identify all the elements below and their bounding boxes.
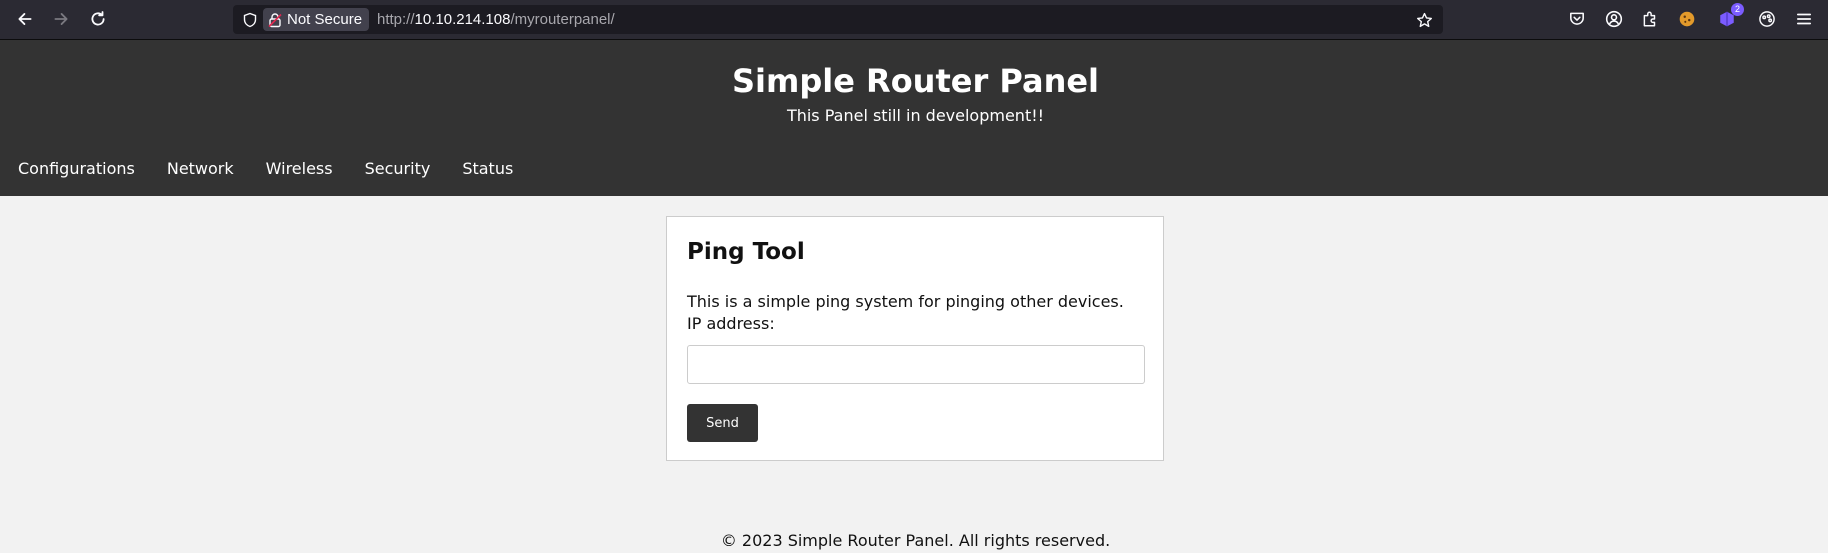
browser-toolbar: Not Secure http://10.10.214.108/myrouter… bbox=[0, 0, 1828, 40]
account-icon[interactable] bbox=[1600, 6, 1628, 32]
extensions-icon[interactable] bbox=[1636, 6, 1664, 32]
ping-tool-description: This is a simple ping system for pinging… bbox=[687, 292, 1124, 311]
main-nav: Configurations Network Wireless Security… bbox=[18, 159, 513, 178]
foxyproxy-extension-icon[interactable]: 2 bbox=[1713, 3, 1744, 32]
url-scheme: http:// bbox=[377, 11, 415, 28]
back-button[interactable] bbox=[11, 6, 39, 32]
theme-extension-icon[interactable] bbox=[1753, 6, 1781, 32]
nav-security[interactable]: Security bbox=[365, 159, 431, 178]
site-footer: © 2023 Simple Router Panel. All rights r… bbox=[720, 531, 1111, 550]
arrow-left-icon bbox=[18, 13, 32, 25]
bookmark-star-icon[interactable] bbox=[1413, 9, 1435, 31]
tracking-protection-icon[interactable] bbox=[239, 9, 261, 31]
arrow-right-icon bbox=[54, 13, 68, 25]
not-secure-indicator[interactable]: Not Secure bbox=[263, 8, 370, 31]
pocket-icon[interactable] bbox=[1563, 6, 1591, 32]
reload-button[interactable] bbox=[84, 6, 112, 32]
nav-wireless[interactable]: Wireless bbox=[266, 159, 333, 178]
page-content: Simple Router Panel This Panel still in … bbox=[0, 40, 1828, 553]
site-title: Simple Router Panel bbox=[731, 62, 1100, 100]
url-host: 10.10.214.108 bbox=[414, 11, 511, 28]
ip-address-label: IP address: bbox=[687, 314, 775, 333]
forward-button[interactable] bbox=[47, 6, 75, 32]
reload-icon bbox=[91, 11, 105, 26]
cookie-extension-icon[interactable] bbox=[1673, 6, 1701, 32]
ip-address-input[interactable] bbox=[687, 345, 1145, 384]
ping-tool-card: Ping Tool This is a simple ping system f… bbox=[666, 216, 1164, 461]
url-path: /myrouterpanel/ bbox=[510, 11, 615, 28]
site-header: Simple Router Panel This Panel still in … bbox=[0, 40, 1828, 196]
ping-tool-title: Ping Tool bbox=[687, 239, 805, 265]
menu-icon[interactable] bbox=[1790, 6, 1818, 32]
address-bar[interactable]: Not Secure http://10.10.214.108/myrouter… bbox=[233, 5, 1443, 34]
nav-status[interactable]: Status bbox=[462, 159, 513, 178]
not-secure-label: Not Secure bbox=[287, 11, 363, 28]
insecure-lock-icon bbox=[268, 12, 282, 27]
nav-network[interactable]: Network bbox=[167, 159, 234, 178]
site-subtitle: This Panel still in development!! bbox=[786, 106, 1045, 125]
nav-configurations[interactable]: Configurations bbox=[18, 159, 135, 178]
extension-badge: 2 bbox=[1731, 3, 1744, 16]
url-text[interactable]: http://10.10.214.108/myrouterpanel/ bbox=[377, 5, 615, 34]
send-button[interactable]: Send bbox=[687, 404, 758, 442]
